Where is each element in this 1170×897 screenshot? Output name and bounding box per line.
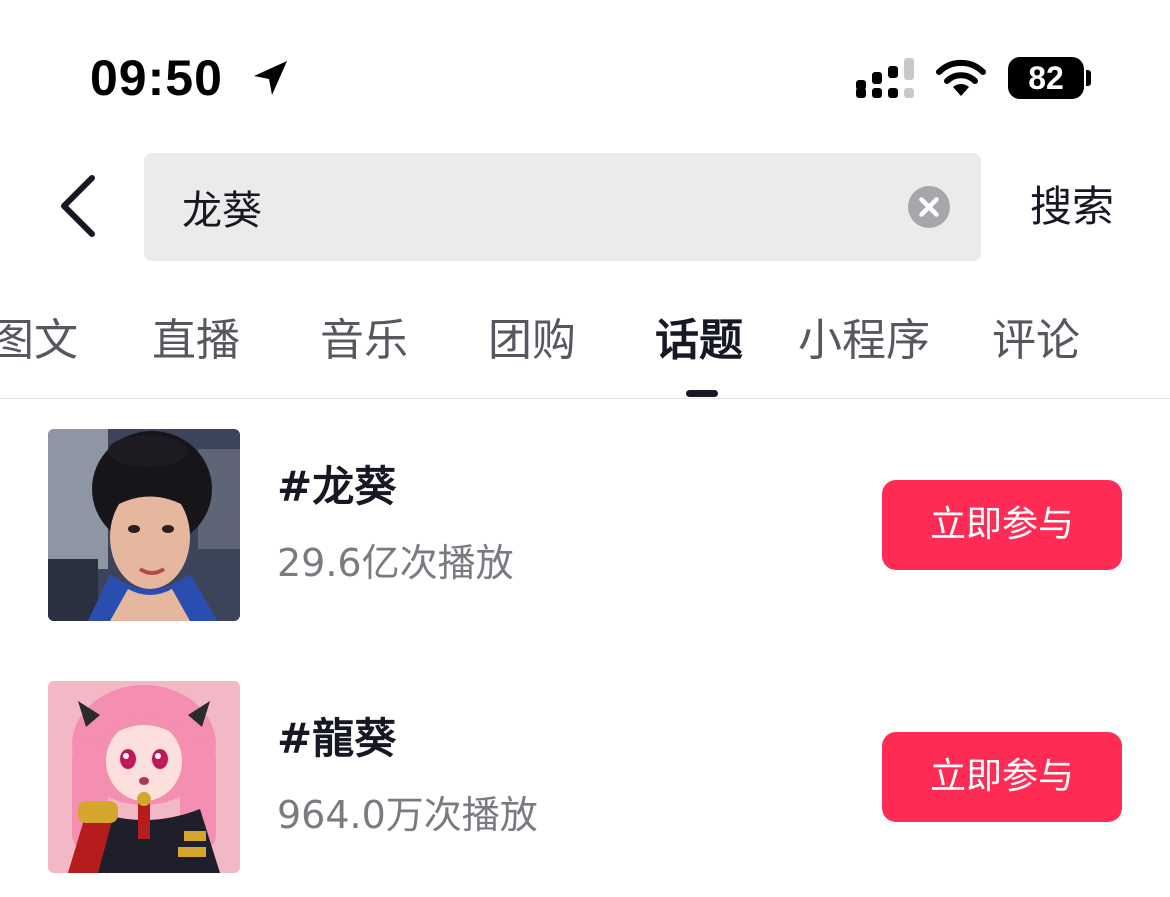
divider	[0, 398, 1170, 399]
active-tab-indicator	[686, 390, 718, 397]
topic-thumbnail[interactable]	[48, 429, 240, 621]
battery-level: 82	[1028, 60, 1064, 96]
search-button[interactable]: 搜索	[1030, 178, 1114, 236]
search-box[interactable]	[144, 153, 981, 261]
search-input[interactable]	[182, 153, 882, 261]
battery-tip	[1086, 70, 1091, 86]
cellular-signal-icon	[856, 58, 914, 98]
tab-comments[interactable]: 评论	[992, 312, 1080, 370]
tab-image-text[interactable]: 图文	[0, 312, 78, 370]
topic-play-count: 29.6亿次播放	[277, 541, 514, 585]
tab-group-buy[interactable]: 团购	[488, 312, 576, 370]
wifi-icon	[936, 59, 986, 96]
tab-mini-programs[interactable]: 小程序	[798, 312, 930, 370]
topic-title: #龙葵	[277, 462, 397, 511]
clear-icon[interactable]	[908, 186, 950, 228]
tab-topics[interactable]: 话题	[655, 312, 743, 370]
battery-indicator: 82	[1008, 57, 1084, 99]
tab-music[interactable]: 音乐	[320, 312, 408, 370]
topic-play-count: 964.0万次播放	[277, 793, 538, 837]
status-bar: 09:50 82	[0, 0, 1170, 140]
topic-row[interactable]: #龍葵 964.0万次播放 立即参与	[0, 681, 1170, 881]
tab-live[interactable]: 直播	[152, 312, 240, 370]
topic-row[interactable]: #龙葵 29.6亿次播放 立即参与	[0, 429, 1170, 629]
join-topic-button[interactable]: 立即参与	[882, 480, 1122, 570]
back-button[interactable]	[48, 168, 112, 244]
status-time: 09:50	[90, 50, 223, 106]
join-topic-button[interactable]: 立即参与	[882, 732, 1122, 822]
topic-thumbnail[interactable]	[48, 681, 240, 873]
tab-bar: 图文 直播 音乐 团购 话题 小程序 评论	[0, 300, 1170, 398]
location-arrow-icon	[254, 61, 287, 95]
topic-title: #龍葵	[277, 714, 397, 763]
